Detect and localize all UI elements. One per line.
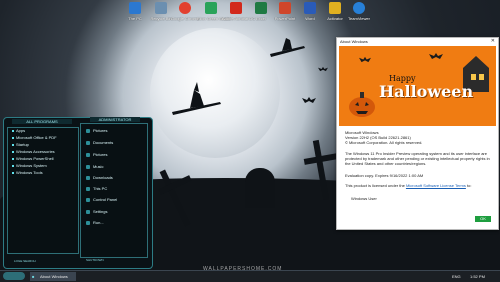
all-programs-header[interactable]: ALL PROGRAMS bbox=[12, 119, 72, 124]
bat-silhouette bbox=[302, 97, 316, 103]
bullet-icon bbox=[12, 157, 14, 160]
tombstone bbox=[245, 168, 275, 208]
teamviewer-icon bbox=[353, 2, 365, 14]
computer-icon bbox=[129, 2, 141, 14]
bullet-icon bbox=[12, 164, 14, 167]
control-panel-icon bbox=[86, 197, 90, 202]
user-header[interactable]: ADMINISTRATOR bbox=[90, 117, 140, 122]
word-icon bbox=[304, 2, 316, 14]
place-item-settings[interactable]: Settings bbox=[86, 209, 107, 215]
place-item-documents[interactable]: Documents bbox=[86, 140, 113, 146]
dialog-titlebar[interactable]: About Windows ✕ bbox=[337, 38, 498, 45]
recycle-bin-icon bbox=[155, 2, 167, 14]
computer-icon bbox=[86, 186, 90, 191]
bullet-icon bbox=[12, 150, 14, 153]
program-item-tools[interactable]: Windows Tools bbox=[12, 170, 43, 175]
desktop-icon-teamviewer[interactable]: TeamViewer bbox=[345, 2, 373, 21]
picture-icon bbox=[86, 152, 90, 157]
desktop-icon-this-pc[interactable]: The PC bbox=[121, 2, 149, 21]
place-item-downloads[interactable]: Downloads bbox=[86, 175, 113, 181]
gear-icon bbox=[86, 209, 90, 214]
license-text: This product is licensed under the Micro… bbox=[345, 183, 472, 188]
bat-silhouette bbox=[318, 66, 328, 72]
excel-icon bbox=[255, 2, 267, 14]
taskbar: ■ About Windows ENG 1:52 PM bbox=[0, 270, 500, 282]
ok-button[interactable]: OK bbox=[475, 216, 491, 222]
bullet-icon bbox=[12, 143, 14, 146]
place-item-pictures-2[interactable]: Pictures bbox=[86, 152, 107, 158]
close-icon[interactable]: ✕ bbox=[491, 38, 495, 45]
place-item-this-pc[interactable]: This PC bbox=[86, 186, 107, 192]
pumpkin-icon bbox=[349, 92, 375, 117]
bullet-icon bbox=[12, 136, 14, 139]
program-item-system[interactable]: Windows System bbox=[12, 163, 47, 168]
halloween-banner: Happy Halloween bbox=[339, 46, 496, 126]
about-windows-dialog: About Windows ✕ Happy Halloween Microsof… bbox=[336, 37, 499, 230]
program-item-powershell[interactable]: Windows PowerShell bbox=[12, 156, 54, 161]
license-terms-link[interactable]: Microsoft Software License Terms bbox=[406, 183, 466, 188]
program-item-apps[interactable]: Apps bbox=[12, 128, 25, 133]
shutdown-button[interactable]: SHUTDOWN bbox=[86, 258, 104, 262]
desktop-icon-elion[interactable]: Elion Green Studio bbox=[197, 2, 231, 21]
bat-icon bbox=[429, 53, 443, 59]
document-icon bbox=[86, 140, 90, 145]
dialog-title: About Windows bbox=[340, 39, 368, 44]
bullet-icon bbox=[12, 171, 14, 174]
bat-icon bbox=[359, 56, 371, 63]
language-indicator[interactable]: ENG bbox=[452, 272, 461, 281]
music-icon bbox=[86, 164, 90, 169]
powerpoint-icon bbox=[279, 2, 291, 14]
witch-silhouette-small bbox=[270, 38, 305, 57]
desktop-icon-chrome[interactable]: Google Chrome bbox=[171, 2, 199, 21]
copyright-text: © Microsoft Corporation. All rights rese… bbox=[345, 140, 423, 145]
legal-text: The Windows 11 Pro Insider Preview opera… bbox=[345, 151, 490, 166]
place-item-music[interactable]: Music bbox=[86, 164, 103, 170]
program-item-accessories[interactable]: Windows Accessories bbox=[12, 149, 55, 154]
bullet-icon bbox=[12, 129, 14, 132]
taskbar-active-label: About Windows bbox=[40, 274, 68, 279]
chrome-icon bbox=[179, 2, 191, 14]
evaluation-text: Evaluation copy. Expires 9/16/2022 1:00 … bbox=[345, 173, 424, 178]
window-icon: ■ bbox=[32, 274, 35, 279]
program-item-office[interactable]: Microsoft Office & PDF bbox=[12, 135, 57, 140]
desktop-icon-acrobat[interactable]: Adobe Acrobat DC bbox=[222, 2, 255, 21]
key-icon bbox=[329, 2, 341, 14]
acrobat-icon bbox=[230, 2, 242, 14]
app-icon bbox=[205, 2, 217, 14]
start-button[interactable] bbox=[3, 272, 25, 280]
search-label[interactable]: LOGE SEARCH bbox=[14, 259, 36, 263]
download-icon bbox=[86, 175, 90, 180]
place-item-pictures[interactable]: Pictures bbox=[86, 128, 107, 134]
folder-icon bbox=[86, 128, 90, 133]
place-item-run[interactable]: Run... bbox=[86, 220, 104, 226]
banner-halloween-text: Halloween bbox=[379, 82, 474, 101]
clock[interactable]: 1:52 PM bbox=[470, 272, 485, 281]
program-item-startup[interactable]: Startup bbox=[12, 142, 29, 147]
desktop-icon-powerpoint[interactable]: PowerPoint bbox=[271, 2, 299, 21]
place-item-control-panel[interactable]: Control Panel bbox=[86, 197, 117, 203]
desktop-icon-word[interactable]: Word bbox=[296, 2, 324, 21]
licensee-text: Windows User bbox=[351, 196, 377, 201]
witch-silhouette bbox=[172, 82, 221, 115]
run-icon bbox=[86, 220, 90, 225]
